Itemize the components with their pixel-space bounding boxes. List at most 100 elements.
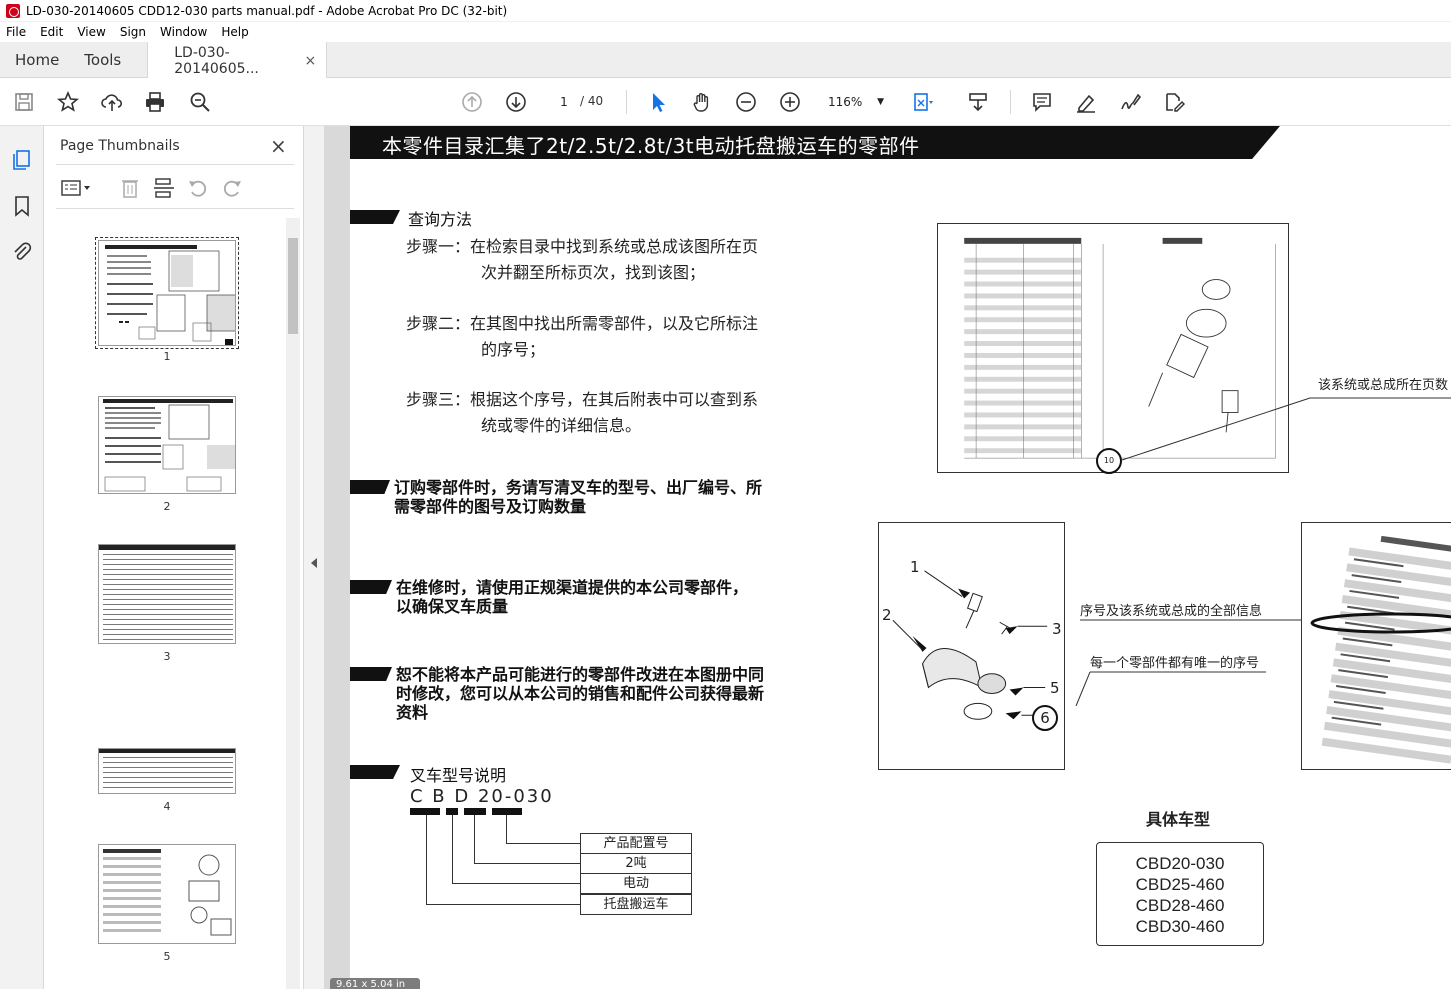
tree-line <box>506 843 580 844</box>
bookmark-star-icon[interactable] <box>56 90 80 114</box>
callout-leader-line <box>1121 397 1451 461</box>
page-thumbnail-5[interactable] <box>98 844 236 944</box>
step-three-line2: 统或零件的详细信息。 <box>481 416 642 435</box>
step-three: 步骤三：根据这个序号，在其后附表中可以查到系 统或零件的详细信息。 <box>406 387 758 439</box>
model-label-type: 托盘搬运车 <box>580 894 692 915</box>
sign-icon[interactable] <box>1118 90 1142 114</box>
model-item: CBD25-460 <box>1135 875 1225 894</box>
model-label-config: 产品配置号 <box>580 833 692 854</box>
zoom-search-icon[interactable] <box>188 90 212 114</box>
page-thumbnail-3[interactable] <box>98 544 236 644</box>
tab-document-label: LD-030-20140605... <box>174 44 259 77</box>
annotation-page-location: 该系统或总成所在页数 <box>1318 378 1449 393</box>
panel-divider <box>56 208 294 209</box>
notice-order-line1: 订购零部件时，务请写清叉车的型号、出厂编号、所 <box>394 478 763 497</box>
step-one-line2: 次并翻至所标页次，找到该图； <box>481 263 706 282</box>
select-cursor-icon[interactable] <box>646 90 670 114</box>
step-two-line1: 步骤二：在其图中找出所需零部件，以及它所标注 <box>406 314 759 333</box>
scroll-mode-icon[interactable] <box>966 90 990 114</box>
rotate-left-icon[interactable] <box>186 176 210 200</box>
page-thumbnail-1[interactable] <box>95 237 239 349</box>
code-underline <box>464 808 486 815</box>
model-label-capacity: 2吨 <box>580 853 692 874</box>
collapse-panel-icon[interactable] <box>311 558 317 568</box>
exploded-diagram <box>878 522 1065 770</box>
tab-home[interactable]: Home <box>0 42 74 78</box>
section-marker <box>350 765 400 779</box>
hand-tool-icon[interactable] <box>690 90 714 114</box>
notice-changes-line3: 资料 <box>396 703 429 722</box>
thumbnail-number: 4 <box>163 800 171 813</box>
attachment-icon[interactable] <box>10 240 34 264</box>
section-marker <box>350 667 392 681</box>
insert-page-icon[interactable] <box>152 176 176 200</box>
zoom-level-select[interactable]: 116% ▼ <box>822 90 890 114</box>
toolbar-divider <box>1010 90 1011 114</box>
next-page-icon[interactable] <box>504 90 528 114</box>
section-marker <box>350 580 392 594</box>
tree-line <box>506 815 507 843</box>
zoom-in-icon[interactable] <box>778 90 802 114</box>
page-fit-icon[interactable] <box>910 90 934 114</box>
page-dimensions: 9.61 x 5.04 in <box>330 978 420 989</box>
zoom-out-icon[interactable] <box>734 90 758 114</box>
tab-tools[interactable]: Tools <box>74 42 147 78</box>
previous-page-icon[interactable] <box>460 90 484 114</box>
chevron-down-icon: ▼ <box>877 97 884 107</box>
page-number-input[interactable]: 1 <box>548 90 580 114</box>
menu-view[interactable]: View <box>77 25 105 39</box>
page-thumbnails-icon[interactable] <box>10 148 34 172</box>
thumbnail-number: 1 <box>163 350 171 363</box>
menu-edit[interactable]: Edit <box>40 25 63 39</box>
save-icon[interactable] <box>12 90 36 114</box>
annotation-unique-number: 每一个零部件都有唯一的序号 <box>1090 656 1260 671</box>
model-title: 叉车型号说明 <box>410 766 507 785</box>
step-three-line1: 步骤三：根据这个序号，在其后附表中可以查到系 <box>406 390 759 409</box>
notice-changes-line2: 时修改，您可以从本公司的销售和配件公司获得最新 <box>396 684 765 703</box>
step-two: 步骤二：在其图中找出所需零部件，以及它所标注 的序号； <box>406 311 758 363</box>
bookmark-icon[interactable] <box>10 194 34 218</box>
thumbnail-number: 3 <box>163 650 171 663</box>
share-send-icon[interactable] <box>1162 90 1186 114</box>
document-view[interactable]: 本零件目录汇集了2t/2.5t/2.8t/3t电动托盘搬运车的零部件 查询方法 … <box>324 126 1451 989</box>
model-item: CBD28-460 <box>1135 896 1225 915</box>
comment-icon[interactable] <box>1030 90 1054 114</box>
menu-file[interactable]: File <box>6 25 26 39</box>
delete-page-icon[interactable] <box>118 176 142 200</box>
highlight-pen-icon[interactable] <box>1074 90 1098 114</box>
annotation-full-info: 序号及该系统或总成的全部信息 <box>1080 604 1263 619</box>
step-one: 步骤一：在检索目录中找到系统或总成该图所在页 次并翻至所标页次，找到该图； <box>406 234 758 286</box>
page-thumbnails-panel: Page Thumbnails × 1 2 3 4 5 <box>44 126 304 989</box>
thumbnail-number: 2 <box>163 500 171 513</box>
tree-line <box>452 883 580 884</box>
upload-cloud-icon[interactable] <box>100 90 124 114</box>
page-header-text: 本零件目录汇集了2t/2.5t/2.8t/3t电动托盘搬运车的零部件 <box>382 134 920 158</box>
callout-2: 2 <box>882 606 892 624</box>
step-one-line1: 步骤一：在检索目录中找到系统或总成该图所在页 <box>406 237 759 256</box>
callout-1: 1 <box>910 558 920 576</box>
panel-divider <box>56 164 294 165</box>
notice-changes-line1: 恕不能将本产品可能进行的零部件改进在本图册中同 <box>396 665 765 684</box>
specific-models-box: CBD20-030 CBD25-460 CBD28-460 CBD30-460 <box>1096 842 1264 946</box>
panel-splitter[interactable] <box>304 126 324 989</box>
print-icon[interactable] <box>143 90 167 114</box>
rotate-right-icon[interactable] <box>220 176 244 200</box>
tree-line <box>474 815 475 863</box>
menu-sign[interactable]: Sign <box>120 25 146 39</box>
thumbnail-number: 5 <box>163 950 171 963</box>
query-title: 查询方法 <box>408 210 473 229</box>
close-panel-icon[interactable]: × <box>270 134 287 158</box>
thumbnail-scrollbar-thumb[interactable] <box>288 238 298 334</box>
toolbar: 1 / 40 116% ▼ <box>0 78 1451 126</box>
section-marker <box>350 480 390 494</box>
page-thumbnail-2[interactable] <box>98 396 236 494</box>
menu-window[interactable]: Window <box>160 25 207 39</box>
tab-document[interactable]: LD-030-20140605... × <box>147 42 328 79</box>
thumbnail-options-icon[interactable] <box>60 176 90 200</box>
model-item: CBD30-460 <box>1135 917 1225 936</box>
toolbar-divider <box>626 90 627 114</box>
close-tab-icon[interactable]: × <box>305 53 317 69</box>
menu-help[interactable]: Help <box>221 25 248 39</box>
page-thumbnail-4[interactable] <box>98 748 236 794</box>
model-item: CBD20-030 <box>1135 854 1225 873</box>
